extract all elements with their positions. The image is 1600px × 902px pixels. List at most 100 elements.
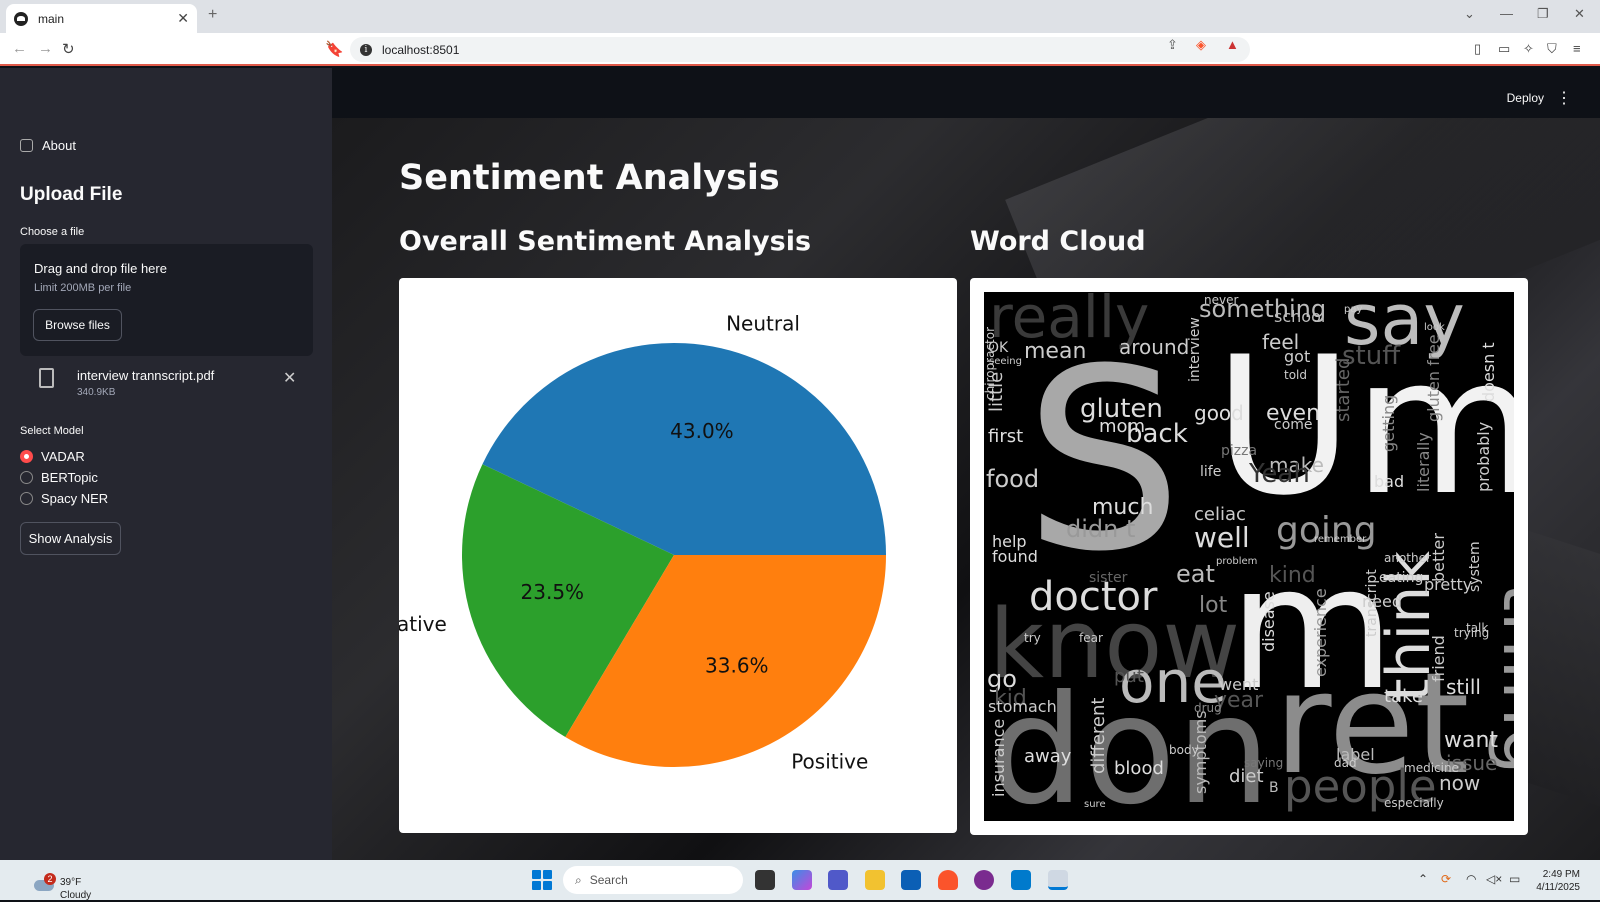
word-cloud-word: transcript	[1364, 569, 1380, 637]
bookmark-icon[interactable]: 🔖	[325, 40, 344, 58]
word-cloud-word: come	[1274, 417, 1313, 433]
system-clock[interactable]: 2:49 PM 4/11/2025	[1536, 868, 1580, 894]
update-icon[interactable]: ⟳	[1441, 872, 1451, 886]
file-dropzone[interactable]: Drag and drop file here Limit 200MB per …	[20, 244, 313, 356]
browse-files-button[interactable]: Browse files	[33, 309, 122, 341]
word-cloud-word: fear	[1079, 631, 1103, 645]
sidebar: About Upload File Choose a file Drag and…	[0, 68, 332, 860]
browser-tab[interactable]: main ✕	[6, 4, 197, 33]
snipping-tool-icon[interactable]	[1048, 870, 1068, 890]
minimize-icon[interactable]: —	[1500, 6, 1513, 21]
model-label: BERTopic	[41, 470, 98, 485]
word-cloud-word: put	[1114, 666, 1144, 687]
windows-taskbar: 2 39°F Cloudy ⌕ Search ⌃ ⟳ ◠ ◁× ▭ 2:49 P…	[0, 860, 1600, 902]
radio-selected[interactable]	[20, 450, 33, 463]
word-cloud-image: really say something Um Sknow thing think don re…	[984, 292, 1514, 821]
main-menu-icon[interactable]: ⋮	[1556, 88, 1572, 108]
word-cloud-word: problem	[1216, 556, 1257, 567]
model-option-spacy-ner[interactable]: Spacy NER	[20, 491, 108, 506]
teams-icon[interactable]	[828, 870, 848, 890]
forward-icon[interactable]: →	[38, 40, 53, 57]
word-cloud-word: seeing	[989, 356, 1022, 367]
word-cloud-word: pay	[1344, 304, 1362, 315]
word-cloud-word: good	[1194, 401, 1244, 425]
microsoft-store-icon[interactable]	[901, 870, 921, 890]
word-cloud-word: remember	[1314, 534, 1367, 545]
word-cloud-word: away	[1024, 746, 1072, 767]
windows-start-icon[interactable]	[532, 870, 552, 890]
close-window-icon[interactable]: ✕	[1574, 6, 1585, 22]
word-cloud-word: school	[1274, 307, 1325, 326]
pie-chart-card: 43.0% Neutral 23.5% Negative 33.6% Positive	[357, 278, 957, 833]
uploaded-file: interview trannscript.pdf 340.9KB ✕	[20, 360, 313, 400]
address-bar[interactable]: i localhost:8501	[350, 37, 1250, 62]
word-cloud-word: lot	[1199, 593, 1228, 618]
word-cloud-word: try	[1024, 631, 1041, 645]
pie-category-label: Neutral	[726, 311, 800, 335]
show-analysis-button[interactable]: Show Analysis	[20, 522, 121, 555]
weather-desc: Cloudy	[60, 890, 92, 901]
model-option-vadar[interactable]: VADAR	[20, 449, 85, 464]
word-cloud-word: getting	[1379, 395, 1398, 452]
word-cloud-word: take	[1384, 686, 1423, 707]
file-explorer-icon[interactable]	[865, 870, 885, 890]
checkbox-box[interactable]	[20, 139, 33, 152]
search-icon: ⌕	[575, 872, 582, 887]
word-cloud-word: medicine	[1404, 761, 1459, 775]
clock-date: 4/11/2025	[1536, 882, 1580, 893]
word-cloud-word: pretty	[1424, 575, 1472, 594]
site-info-icon[interactable]: i	[360, 43, 372, 56]
brave-browser-icon[interactable]	[938, 870, 958, 890]
word-cloud-word: mean	[1024, 339, 1086, 364]
word-cloud-word: well	[1194, 521, 1250, 554]
about-checkbox[interactable]: About	[20, 138, 76, 153]
wifi-icon[interactable]: ◠	[1466, 872, 1476, 886]
leo-ai-icon[interactable]: ✧	[1523, 41, 1534, 57]
brave-rewards-icon[interactable]: ▲	[1226, 37, 1239, 52]
back-icon[interactable]: ←	[12, 40, 27, 57]
github-desktop-icon[interactable]	[974, 870, 994, 890]
word-cloud-word: talk	[1466, 621, 1488, 635]
word-cloud-word: blood	[1114, 758, 1164, 779]
page-title: Sentiment Analysis	[399, 158, 780, 198]
word-cloud-word: Yeah	[1248, 459, 1310, 489]
share-icon[interactable]: ⇪	[1167, 37, 1178, 53]
word-cloud-word: interview	[1187, 317, 1203, 382]
tab-search-chevron-icon[interactable]: ⌄	[1464, 6, 1475, 22]
remove-file-icon[interactable]: ✕	[283, 368, 296, 388]
reload-icon[interactable]: ↻	[62, 40, 75, 58]
word-cloud-word: eat	[1176, 560, 1215, 588]
word-cloud-word: literally	[1414, 432, 1433, 492]
word-cloud-word: still	[1446, 675, 1481, 699]
main-content: Sentiment Analysis Overall Sentiment Ana…	[332, 118, 1600, 860]
brave-shields-icon[interactable]: ◈	[1196, 37, 1206, 53]
weather-text: 39°F Cloudy	[60, 876, 91, 902]
vscode-icon[interactable]	[1011, 870, 1031, 890]
radio-unselected[interactable]	[20, 471, 33, 484]
pie-category-label: Positive	[791, 749, 868, 773]
file-name: interview trannscript.pdf	[77, 368, 215, 383]
sidebar-toggle-icon[interactable]: ▯	[1474, 41, 1481, 57]
word-cloud-card: really say something Um Sknow thing think don re…	[970, 278, 1528, 835]
tab-close-icon[interactable]: ✕	[177, 10, 189, 27]
model-option-bertopic[interactable]: BERTopic	[20, 470, 98, 485]
restore-icon[interactable]: ❐	[1537, 6, 1549, 22]
upload-heading: Upload File	[20, 184, 123, 205]
menu-icon[interactable]: ≡	[1573, 41, 1581, 56]
word-cloud-word: B	[1269, 780, 1279, 796]
search-label: Search	[589, 873, 628, 887]
wordcloud-heading: Word Cloud	[970, 226, 1146, 257]
word-cloud-word: bad	[1374, 472, 1404, 491]
new-tab-button[interactable]: +	[208, 6, 217, 24]
copilot-icon[interactable]	[792, 870, 812, 890]
tray-overflow-icon[interactable]: ⌃	[1418, 872, 1428, 886]
wallet-icon[interactable]: ▭	[1498, 41, 1510, 57]
battery-icon[interactable]: ▭	[1509, 872, 1520, 886]
radio-unselected[interactable]	[20, 492, 33, 505]
deploy-button[interactable]: Deploy	[1507, 91, 1544, 105]
word-cloud-word: eating	[1379, 570, 1423, 586]
vpn-icon[interactable]: ⛉	[1547, 41, 1557, 57]
task-view-icon[interactable]	[755, 870, 775, 890]
taskbar-search[interactable]: ⌕ Search	[563, 866, 743, 894]
volume-muted-icon[interactable]: ◁×	[1486, 872, 1502, 886]
